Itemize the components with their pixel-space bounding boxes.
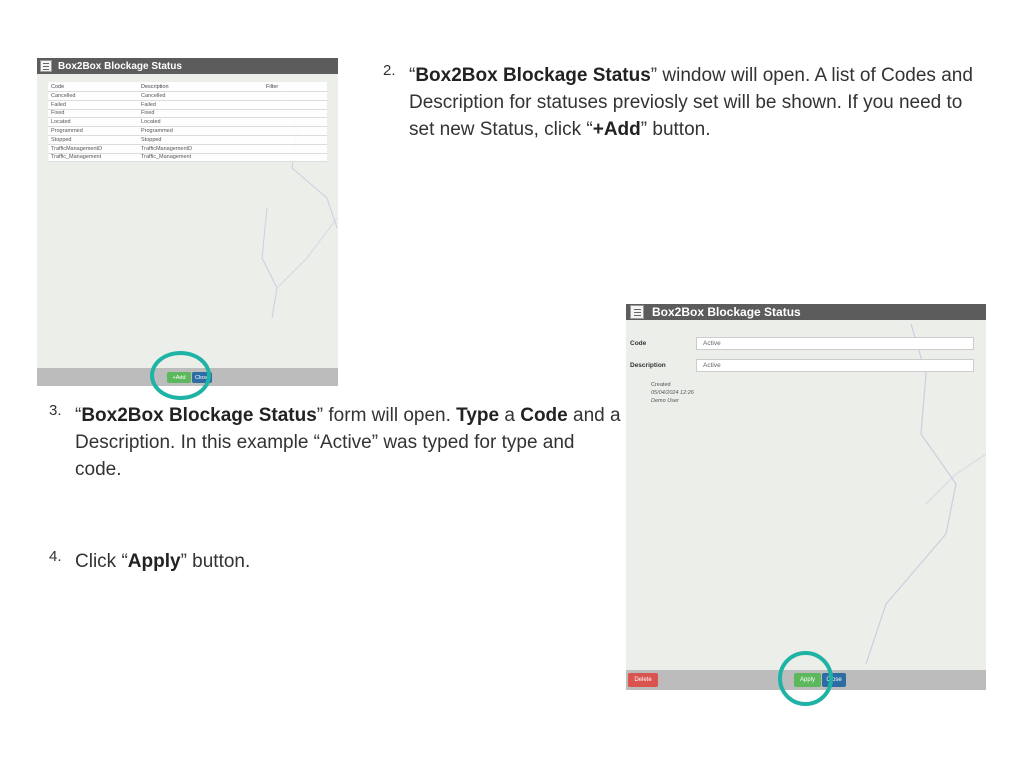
- step-text: Click “Apply” button.: [75, 548, 445, 575]
- created-label: Created: [651, 382, 671, 388]
- bold-add: +Add: [592, 119, 641, 140]
- step-3: 3. “Box2Box Blockage Status” form will o…: [49, 402, 624, 522]
- window-title: Box2Box Blockage Status: [652, 305, 801, 319]
- cell-code: Programmed: [51, 128, 83, 135]
- bold-window-name: Box2Box Blockage Status: [415, 65, 651, 86]
- text-fragment: a: [499, 405, 521, 426]
- cell-description: Failed: [141, 101, 156, 108]
- cell-code: Traffic_Management: [51, 154, 102, 161]
- step-number: 2.: [383, 62, 396, 79]
- status-list-window: Box2Box Blockage Status Code Description…: [37, 58, 338, 386]
- column-header-description[interactable]: Description: [141, 84, 266, 90]
- list-icon: [40, 60, 52, 72]
- cell-code: Stopped: [51, 136, 72, 143]
- description-input[interactable]: Active: [696, 359, 974, 372]
- step-text: “Box2Box Blockage Status” window will op…: [409, 62, 979, 143]
- cell-code: Cancelled: [51, 92, 76, 99]
- window-title: Box2Box Blockage Status: [58, 60, 182, 72]
- window-titlebar[interactable]: Box2Box Blockage Status: [37, 58, 338, 74]
- created-user: Demo User: [651, 398, 679, 404]
- step-4: 4. Click “Apply” button.: [49, 548, 449, 588]
- cell-description: Located: [141, 119, 161, 126]
- status-form-window: Box2Box Blockage Status Code Active Desc…: [626, 304, 986, 690]
- created-date: 05/04/2024 12:26: [651, 390, 694, 396]
- cell-description: Stopped: [141, 136, 162, 143]
- cell-code: Failed: [51, 101, 66, 108]
- table-row[interactable]: TrafficManagementD TrafficManagementD: [48, 144, 327, 154]
- status-table: Code Description Filter Cancelled Cancel…: [48, 82, 327, 163]
- table-row[interactable]: Failed Failed: [48, 100, 327, 110]
- bold-type: Type: [456, 405, 500, 426]
- table-row[interactable]: Fixed Fixed: [48, 109, 327, 119]
- bold-window-name: Box2Box Blockage Status: [81, 405, 317, 426]
- cell-description: Programmed: [141, 128, 173, 135]
- code-label: Code: [630, 340, 647, 347]
- text-fragment: ” button.: [640, 119, 711, 140]
- cell-code: TrafficManagementD: [51, 145, 103, 152]
- highlight-circle: [778, 651, 833, 706]
- cell-description: Traffic_Management: [141, 154, 192, 161]
- text-fragment: ” button.: [180, 551, 251, 572]
- table-row[interactable]: Cancelled Cancelled: [48, 92, 327, 101]
- bold-code: Code: [520, 405, 568, 426]
- text-fragment: Click “: [75, 551, 128, 572]
- step-text: “Box2Box Blockage Status” form will open…: [75, 402, 625, 483]
- text-fragment: ” form will open.: [316, 405, 457, 426]
- cell-code: Located: [51, 119, 71, 126]
- code-input[interactable]: Active: [696, 337, 974, 350]
- column-header-filter[interactable]: Filter: [266, 84, 326, 90]
- table-row[interactable]: Traffic_Management Traffic_Management: [48, 153, 327, 163]
- description-label: Description: [630, 362, 666, 369]
- table-row[interactable]: Programmed Programmed: [48, 127, 327, 136]
- cell-description: Cancelled: [141, 92, 166, 99]
- window-titlebar[interactable]: Box2Box Blockage Status: [626, 304, 986, 320]
- table-row[interactable]: Stopped Stopped: [48, 135, 327, 145]
- table-row[interactable]: Located Located: [48, 118, 327, 128]
- cell-description: Fixed: [141, 110, 155, 117]
- highlight-circle: [150, 351, 211, 400]
- step-number: 3.: [49, 402, 62, 419]
- step-2: 2. “Box2Box Blockage Status” window will…: [383, 62, 983, 182]
- delete-button[interactable]: Delete: [628, 673, 658, 687]
- cell-code: Fixed: [51, 110, 65, 117]
- column-header-code[interactable]: Code: [48, 84, 141, 90]
- step-number: 4.: [49, 548, 62, 565]
- table-header: Code Description Filter: [48, 82, 327, 92]
- cell-description: TrafficManagementD: [141, 145, 193, 152]
- list-icon: [630, 305, 644, 319]
- bold-apply: Apply: [127, 551, 181, 572]
